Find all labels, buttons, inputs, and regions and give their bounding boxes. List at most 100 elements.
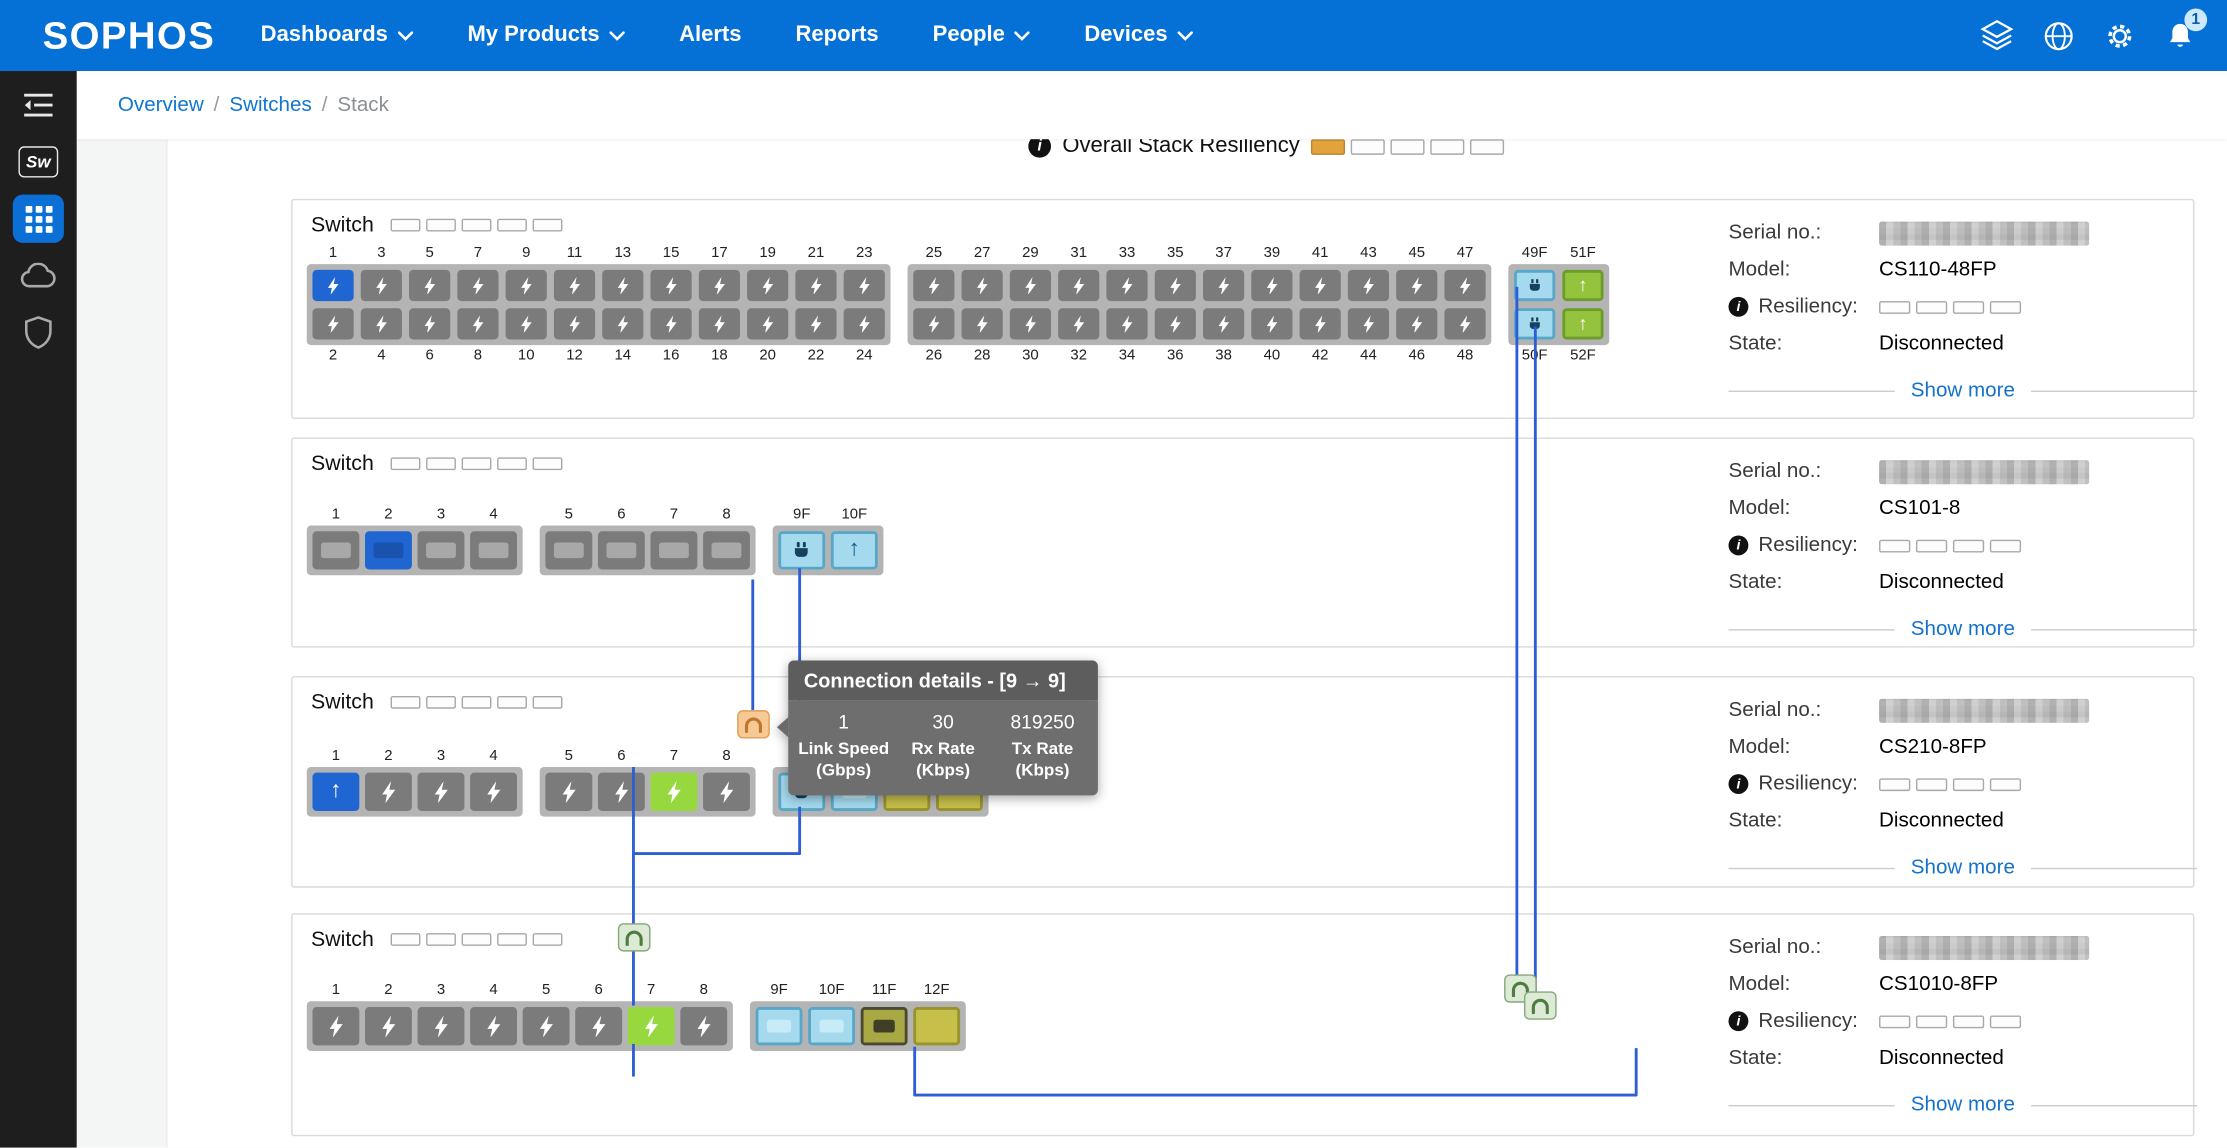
breadcrumb-overview[interactable]: Overview [118,94,204,117]
port-8[interactable] [680,1007,727,1045]
globe-icon[interactable] [2042,19,2075,52]
port-12[interactable] [554,308,595,339]
port-2[interactable] [365,531,412,569]
port-40[interactable] [1251,308,1292,339]
nav-item-reports[interactable]: Reports [795,23,878,49]
port-6[interactable] [598,773,645,811]
port-4[interactable] [470,531,517,569]
nav-item-alerts[interactable]: Alerts [679,23,741,49]
show-more-link[interactable]: Show more [1911,856,2015,879]
port-22[interactable] [795,308,836,339]
port-7[interactable] [650,531,697,569]
port-9F[interactable] [778,531,825,569]
port-11[interactable] [554,270,595,301]
port-10[interactable] [506,308,547,339]
port-37[interactable] [1203,270,1244,301]
port-46[interactable] [1396,308,1437,339]
port-42[interactable] [1300,308,1341,339]
port-33[interactable] [1106,270,1147,301]
port-1[interactable] [312,531,359,569]
sidebar-shield-icon[interactable] [0,304,77,361]
port-2[interactable] [312,308,353,339]
port-8[interactable] [703,773,750,811]
port-12F[interactable] [913,1007,960,1045]
nav-item-devices[interactable]: Devices [1084,23,1193,49]
port-21[interactable] [795,270,836,301]
port-7[interactable] [628,1007,675,1045]
port-1[interactable] [312,270,353,301]
port-29[interactable] [1010,270,1051,301]
nav-item-my-products[interactable]: My Products [467,23,625,49]
port-10F[interactable]: ↑ [831,531,878,569]
show-more-link[interactable]: Show more [1911,618,2015,641]
nav-item-dashboards[interactable]: Dashboards [261,23,414,49]
show-more-link[interactable]: Show more [1911,379,2015,402]
port-31[interactable] [1058,270,1099,301]
port-15[interactable] [650,270,691,301]
port-48[interactable] [1444,308,1485,339]
port-35[interactable] [1155,270,1196,301]
port-1[interactable]: ↑ [312,773,359,811]
port-5[interactable] [523,1007,570,1045]
port-14[interactable] [602,308,643,339]
sidebar-grid-apps-icon[interactable] [0,190,77,247]
port-9[interactable] [506,270,547,301]
port-27[interactable] [962,270,1003,301]
port-44[interactable] [1348,308,1389,339]
port-1[interactable] [312,1007,359,1045]
connection-hop-icon[interactable] [1524,991,1557,1019]
bell-icon[interactable]: 1 [2165,19,2196,52]
port-43[interactable] [1348,270,1389,301]
port-16[interactable] [650,308,691,339]
port-13[interactable] [602,270,643,301]
port-5[interactable] [409,270,450,301]
port-23[interactable] [844,270,885,301]
port-36[interactable] [1155,308,1196,339]
port-6[interactable] [575,1007,622,1045]
port-7[interactable] [650,773,697,811]
port-2[interactable] [365,1007,412,1045]
port-20[interactable] [747,308,788,339]
port-18[interactable] [699,308,740,339]
port-45[interactable] [1396,270,1437,301]
port-3[interactable] [418,773,465,811]
port-51F[interactable]: ↑ [1562,270,1603,301]
sidebar-switch-sw-icon[interactable]: Sw [0,134,77,191]
port-49F[interactable] [1514,270,1555,301]
port-3[interactable] [418,531,465,569]
port-17[interactable] [699,270,740,301]
port-6[interactable] [409,308,450,339]
port-32[interactable] [1058,308,1099,339]
port-4[interactable] [361,308,402,339]
sidebar-collapse-icon[interactable] [0,77,77,134]
gear-icon[interactable] [2103,19,2136,52]
port-3[interactable] [361,270,402,301]
port-3[interactable] [418,1007,465,1045]
port-4[interactable] [470,1007,517,1045]
port-4[interactable] [470,773,517,811]
port-8[interactable] [457,308,498,339]
port-52F[interactable]: ↑ [1562,308,1603,339]
port-38[interactable] [1203,308,1244,339]
port-24[interactable] [844,308,885,339]
port-26[interactable] [913,308,954,339]
port-6[interactable] [598,531,645,569]
port-19[interactable] [747,270,788,301]
port-30[interactable] [1010,308,1051,339]
port-39[interactable] [1251,270,1292,301]
port-7[interactable] [457,270,498,301]
port-8[interactable] [703,531,750,569]
connection-hop-icon[interactable] [618,923,651,951]
connection-hop-icon-active[interactable] [737,710,770,738]
port-2[interactable] [365,773,412,811]
nav-item-people[interactable]: People [933,23,1031,49]
port-5[interactable] [545,773,592,811]
port-41[interactable] [1300,270,1341,301]
port-9F[interactable] [756,1007,803,1045]
port-10F[interactable] [808,1007,855,1045]
products-stack-icon[interactable] [1980,20,2014,51]
port-34[interactable] [1106,308,1147,339]
port-47[interactable] [1444,270,1485,301]
sidebar-cloud-icon[interactable] [0,247,77,304]
breadcrumb-switches[interactable]: Switches [229,94,311,117]
